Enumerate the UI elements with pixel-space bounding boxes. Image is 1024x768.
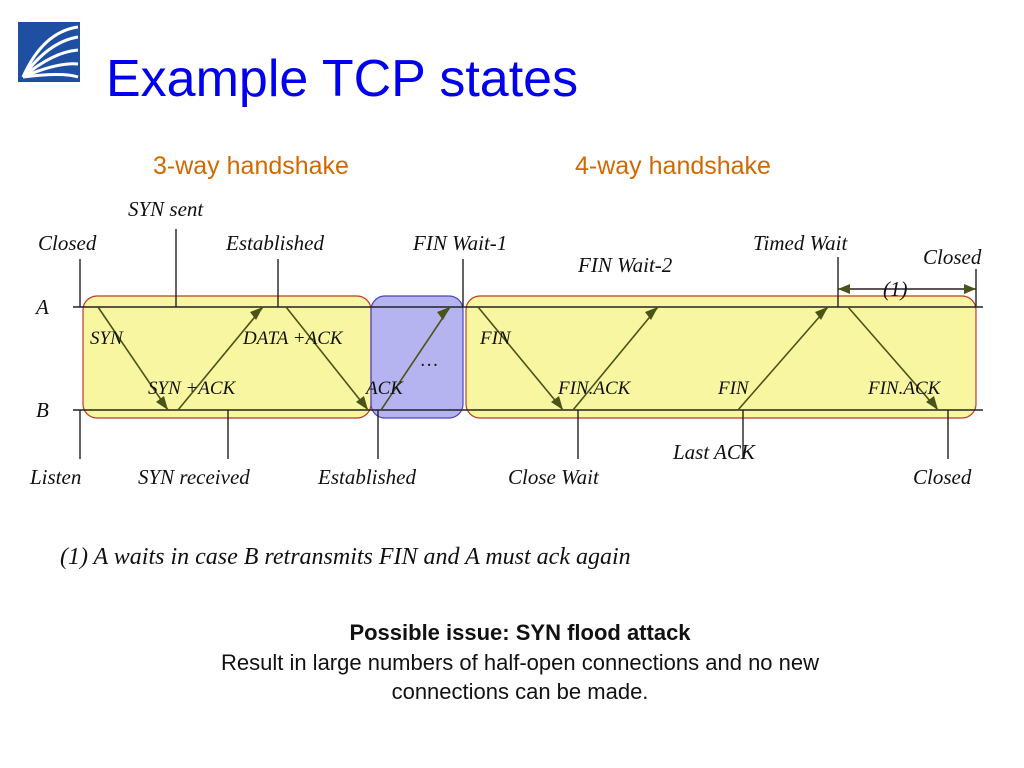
state-established-b: Established (317, 465, 416, 489)
msg-data-ack: DATA +ACK (242, 328, 344, 349)
tcp-state-diagram: A B Closed SYN sent Established FIN Wait… (18, 194, 1006, 516)
state-syn-received: SYN received (138, 465, 250, 489)
state-listen: Listen (29, 465, 81, 489)
logo-icon (18, 22, 80, 82)
msg-ack: ACK (364, 378, 404, 399)
host-a-label: A (34, 295, 49, 319)
issue-body-2: connections can be made. (160, 677, 880, 707)
state-fin-wait-1: FIN Wait-1 (412, 231, 507, 255)
msg-syn: SYN (90, 328, 124, 349)
subhead-4way: 4-way handshake (575, 152, 771, 181)
state-syn-sent: SYN sent (128, 197, 204, 221)
state-timed-wait: Timed Wait (753, 231, 848, 255)
issue-body-1: Result in large numbers of half-open con… (160, 648, 880, 678)
issue-headline: Possible issue: SYN flood attack (160, 618, 880, 648)
state-close-wait: Close Wait (508, 465, 600, 489)
msg-finack1: FIN.ACK (557, 378, 632, 399)
state-fin-wait-2: FIN Wait-2 (577, 253, 673, 277)
state-closed-b: Closed (913, 465, 972, 489)
msg-syn-ack: SYN +ACK (148, 378, 237, 399)
slide-title: Example TCP states (106, 49, 578, 109)
msg-fin1: FIN (479, 328, 512, 349)
state-established: Established (225, 231, 324, 255)
state-last-ack: Last ACK (672, 440, 756, 464)
footnote: (1) A waits in case B retransmits FIN an… (60, 544, 980, 571)
msg-fin2: FIN (717, 378, 750, 399)
issue-block: Possible issue: SYN flood attack Result … (160, 618, 880, 707)
state-note-ref: (1) (883, 277, 908, 301)
host-b-label: B (36, 398, 49, 422)
subhead-3way: 3-way handshake (153, 152, 349, 181)
state-closed-end: Closed (923, 245, 982, 269)
msg-dots: … (421, 350, 438, 371)
msg-finack2: FIN.ACK (867, 378, 942, 399)
state-closed: Closed (38, 231, 97, 255)
